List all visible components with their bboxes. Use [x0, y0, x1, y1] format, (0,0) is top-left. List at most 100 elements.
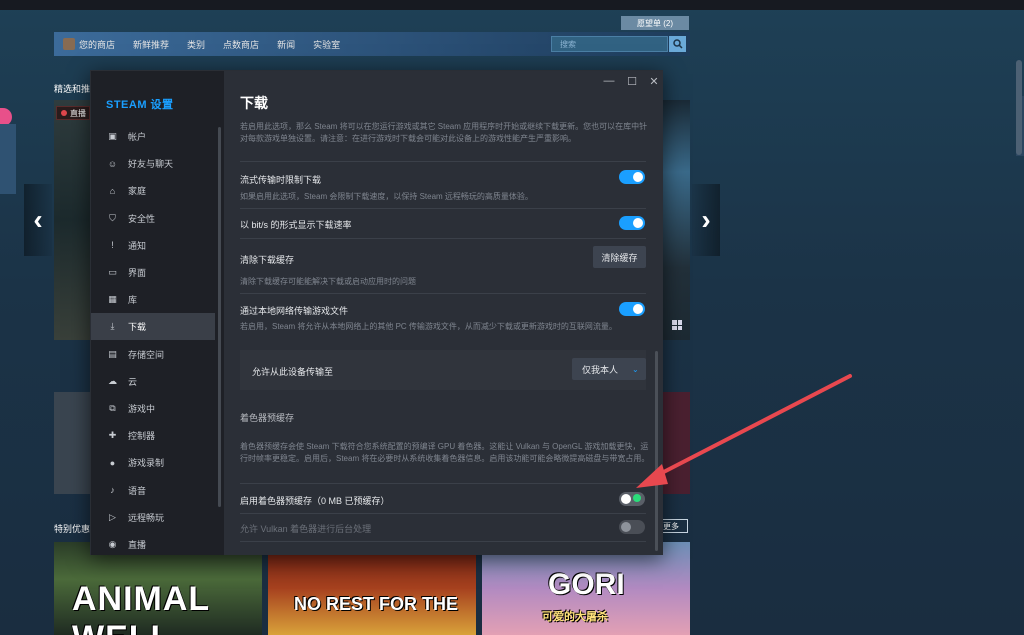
notification-icon: !: [111, 240, 114, 251]
game-title: GORI: [548, 568, 625, 601]
sidebar-item-label: 帐户: [128, 132, 147, 142]
clear-cache-button[interactable]: 清除缓存: [593, 246, 646, 268]
search-button[interactable]: [669, 36, 686, 52]
sidebar-item-label: 直播: [128, 540, 147, 550]
vulkan-toggle[interactable]: [619, 520, 645, 534]
sidebar-item-label: 家庭: [128, 186, 147, 197]
chevron-right-icon: ›: [701, 204, 711, 235]
close-button[interactable]: ✕: [648, 75, 660, 88]
sidebar-item-ingame[interactable]: ⧉ 游戏中: [91, 395, 215, 422]
featured-heading: 精选和推: [54, 84, 91, 94]
allow-transfer-row: 允许从此设备传输至 仅我本人 ⌄: [240, 350, 646, 390]
carousel-prev-button[interactable]: ‹: [24, 184, 52, 256]
store-search-input[interactable]: 搜索: [551, 36, 668, 52]
sidebar-item-monitor[interactable]: ▭ 界面: [91, 259, 215, 286]
page-title: 下载: [240, 95, 268, 111]
throttle-label: 流式传输时限制下载: [240, 175, 322, 185]
throttle-toggle[interactable]: [619, 170, 645, 184]
windows-icon: [672, 320, 682, 330]
divider: [240, 238, 646, 239]
top-bar: [0, 0, 1024, 10]
clear-cache-description: 清除下载缓存可能能解决下载或启动应用时的问题: [240, 277, 416, 286]
sidebar-item-label: 游戏录制: [128, 458, 165, 469]
search-icon: [672, 39, 683, 49]
sidebar-item-download[interactable]: ⤓ 下载: [91, 313, 215, 341]
sidebar-item-library[interactable]: ▦ 库: [91, 286, 215, 313]
controller-icon: ✚: [108, 430, 117, 441]
sidebar-item-cloud[interactable]: ☁ 云: [91, 368, 215, 395]
sidebar-item-label: 界面: [128, 268, 147, 278]
sidebar-item-label: 安全性: [128, 213, 156, 224]
toggle-knob: [633, 218, 643, 228]
nav-categories[interactable]: 类别: [178, 32, 214, 56]
sidebar-item-notification[interactable]: ! 通知: [91, 232, 215, 259]
live-label: 直播: [70, 108, 86, 118]
recording-icon: ●: [109, 457, 116, 468]
bits-toggle[interactable]: [619, 216, 645, 230]
close-icon: ✕: [649, 75, 659, 88]
sidebar-item-shield[interactable]: ⛉ 安全性: [91, 205, 215, 232]
throttle-description: 如果启用此选项，Steam 会限制下载速度，以保持 Steam 远程畅玩的高质量…: [240, 192, 533, 201]
nav-label: 您的商店: [79, 39, 116, 50]
monitor-icon: ▭: [108, 267, 117, 277]
remote-play-icon: ▷: [109, 511, 116, 522]
sidebar-item-friends[interactable]: ☺ 好友与聊天: [91, 150, 215, 177]
microphone-icon: ♪: [110, 485, 115, 496]
sidebar-item-label: 云: [128, 376, 138, 387]
page-scrollbar[interactable]: [1016, 60, 1022, 155]
annotation-arrow: [636, 374, 852, 488]
divider: [240, 541, 646, 542]
sidebar-item-label: 控制器: [128, 431, 156, 442]
sidebar-item-recording[interactable]: ● 游戏录制: [91, 449, 215, 476]
featured-banner-right[interactable]: [662, 100, 690, 340]
sidebar-item-remote-play[interactable]: ▷ 远程畅玩: [91, 504, 215, 531]
game-card-gori[interactable]: GORI 可爱的大屠杀: [482, 542, 690, 635]
minimize-icon: —: [603, 75, 615, 87]
featured-banner[interactable]: [54, 100, 90, 340]
nav-labs[interactable]: 实验室: [304, 32, 349, 56]
nav-points-shop[interactable]: 点数商店: [214, 32, 268, 56]
storage-icon: ▤: [108, 348, 117, 359]
sidebar-item-family[interactable]: ⌂ 家庭: [91, 177, 215, 204]
desktop: 愿望单 (2) 您的商店 新鲜推荐 类别 点数商店 新闻 实验室 搜索 精选和推…: [0, 0, 1024, 635]
shield-icon: ⛉: [109, 212, 116, 223]
broadcast-icon: ◉: [108, 539, 117, 549]
live-badge: 直播: [56, 106, 90, 120]
game-subtitle: 可爱的大屠杀: [542, 611, 608, 623]
toggle-knob: [621, 522, 631, 532]
library-icon: ▦: [108, 294, 117, 305]
allow-transfer-label: 允许从此设备传输至: [252, 367, 334, 377]
maximize-icon: ☐: [627, 75, 637, 88]
sidebar-item-label: 游戏中: [128, 404, 156, 414]
sidebar-item-microphone[interactable]: ♪ 语音: [91, 477, 215, 504]
nav-your-store[interactable]: 您的商店: [54, 32, 124, 56]
settings-main: — ☐ ✕ 下载 若启用此选项，那么 Steam 将可以在您运行游戏或其它 St…: [224, 71, 663, 555]
divider: [240, 161, 646, 162]
cloud-icon: ☁: [108, 375, 117, 386]
maximize-button[interactable]: ☐: [626, 75, 638, 88]
settings-window: STEAM 设置 ▣ 帐户 ☺ 好友与聊天 ⌂ 家庭 ⛉ 安全性! 通知 ▭ 界面 ▦ 库 ⤓ 下载 ▤ 存储空…: [90, 70, 663, 555]
shader-description: 着色器预缓存会使 Steam 下载符合您系统配置的预编译 GPU 着色器。这能让…: [240, 442, 650, 463]
sidebar-item-controller[interactable]: ✚ 控制器: [91, 422, 215, 449]
divider: [240, 208, 646, 209]
sidebar-item-broadcast[interactable]: ◉ 直播: [91, 531, 215, 558]
sidebar-item-label: 远程畅玩: [128, 512, 165, 523]
friends-icon: ☺: [107, 158, 118, 169]
nav-news[interactable]: 新闻: [268, 32, 304, 56]
minimize-button[interactable]: —: [603, 75, 615, 87]
shader-enable-label: 启用着色器预缓存（0 MB 已预缓存）: [240, 496, 390, 506]
nav-new[interactable]: 新鲜推荐: [124, 32, 178, 56]
sidebar-scrollbar[interactable]: [218, 127, 221, 507]
settings-title: STEAM 设置: [106, 99, 174, 111]
sidebar-item-storage[interactable]: ▤ 存储空间: [91, 341, 215, 368]
sidebar-item-label: 好友与聊天: [128, 159, 174, 170]
wishlist-button[interactable]: 愿望单 (2): [621, 16, 689, 30]
game-title: ANIMAL WELL: [72, 580, 210, 635]
sidebar-item-account[interactable]: ▣ 帐户: [91, 123, 215, 150]
game-card-no-rest[interactable]: NO REST FOR THE: [268, 542, 476, 635]
carousel-next-button[interactable]: ›: [692, 184, 720, 256]
lan-transfer-toggle[interactable]: [619, 302, 645, 316]
shader-section-heading: 着色器预缓存: [240, 413, 295, 423]
product-card[interactable]: [54, 392, 90, 494]
download-icon: ⤓: [110, 321, 115, 332]
